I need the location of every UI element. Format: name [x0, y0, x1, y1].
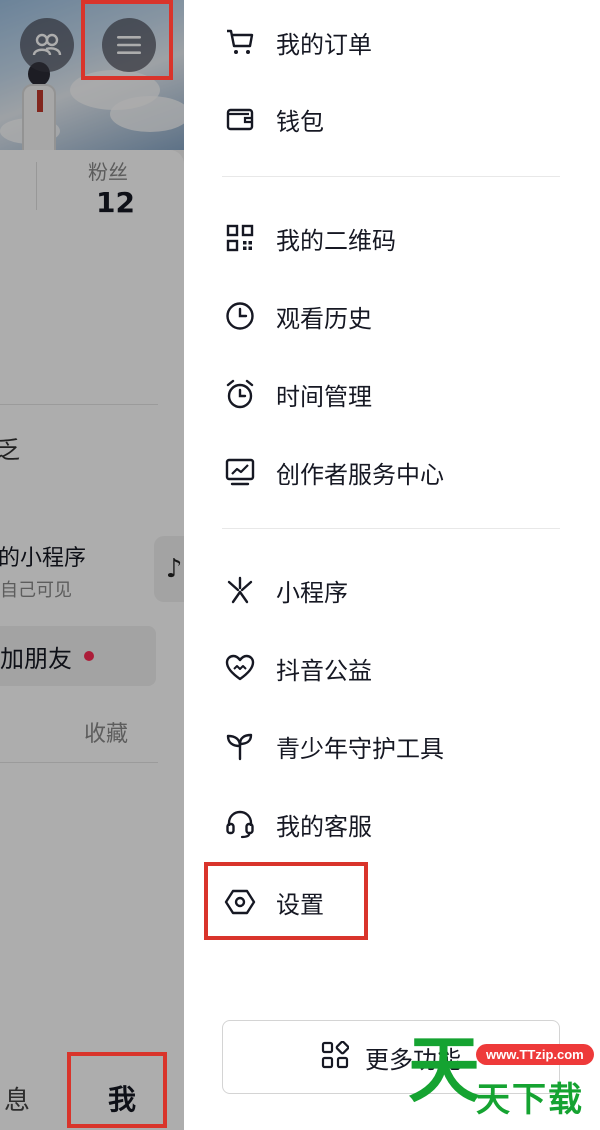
cart-icon: [222, 24, 258, 60]
menu-item-qrcode[interactable]: 我的二维码: [222, 216, 396, 260]
menu-item-label: 观看历史: [276, 304, 372, 333]
menu-item-label: 设置: [276, 890, 324, 919]
menu-item-settings[interactable]: 设置: [222, 880, 324, 924]
menu-item-teen-protection[interactable]: 青少年守护工具: [222, 724, 444, 768]
sprout-icon: [222, 728, 258, 764]
menu-item-charity[interactable]: 抖音公益: [222, 646, 372, 690]
mini-program-icon: [222, 572, 258, 608]
menu-item-label: 我的二维码: [276, 226, 396, 255]
menu-item-label: 创作者服务中心: [276, 460, 444, 489]
menu-item-label: 小程序: [276, 578, 348, 607]
menu-divider: [222, 528, 560, 529]
settings-hexagon-icon: [222, 884, 258, 920]
chart-icon: [222, 454, 258, 490]
side-drawer-menu: 我的订单 钱包 我的二维码 观看历史 时间管理 创作者服务中心 小程序 抖音公益…: [184, 0, 600, 1130]
menu-item-label: 我的客服: [276, 812, 372, 841]
clock-icon: [222, 298, 258, 334]
headset-icon: [222, 806, 258, 842]
alarm-icon: [222, 376, 258, 412]
more-features-button[interactable]: 更多功能: [222, 1020, 560, 1094]
qrcode-icon: [222, 220, 258, 256]
drawer-overlay[interactable]: [0, 0, 184, 1130]
grid-icon: [321, 1040, 350, 1073]
more-features-label: 更多功能: [365, 1045, 461, 1074]
menu-item-wallet[interactable]: 钱包: [222, 97, 324, 141]
menu-item-label: 青少年守护工具: [276, 734, 444, 763]
menu-item-label: 钱包: [276, 107, 324, 136]
menu-item-time-management[interactable]: 时间管理: [222, 372, 372, 416]
wallet-icon: [222, 101, 258, 137]
menu-item-customer-service[interactable]: 我的客服: [222, 802, 372, 846]
menu-item-creator-center[interactable]: 创作者服务中心: [222, 450, 444, 494]
menu-divider: [222, 176, 560, 177]
menu-item-mini-program[interactable]: 小程序: [222, 568, 348, 612]
charity-heart-icon: [222, 650, 258, 686]
menu-item-label: 抖音公益: [276, 656, 372, 685]
menu-item-watch-history[interactable]: 观看历史: [222, 294, 372, 338]
menu-item-label: 我的订单: [276, 30, 372, 59]
menu-item-label: 时间管理: [276, 382, 372, 411]
menu-item-orders[interactable]: 我的订单: [222, 20, 372, 64]
